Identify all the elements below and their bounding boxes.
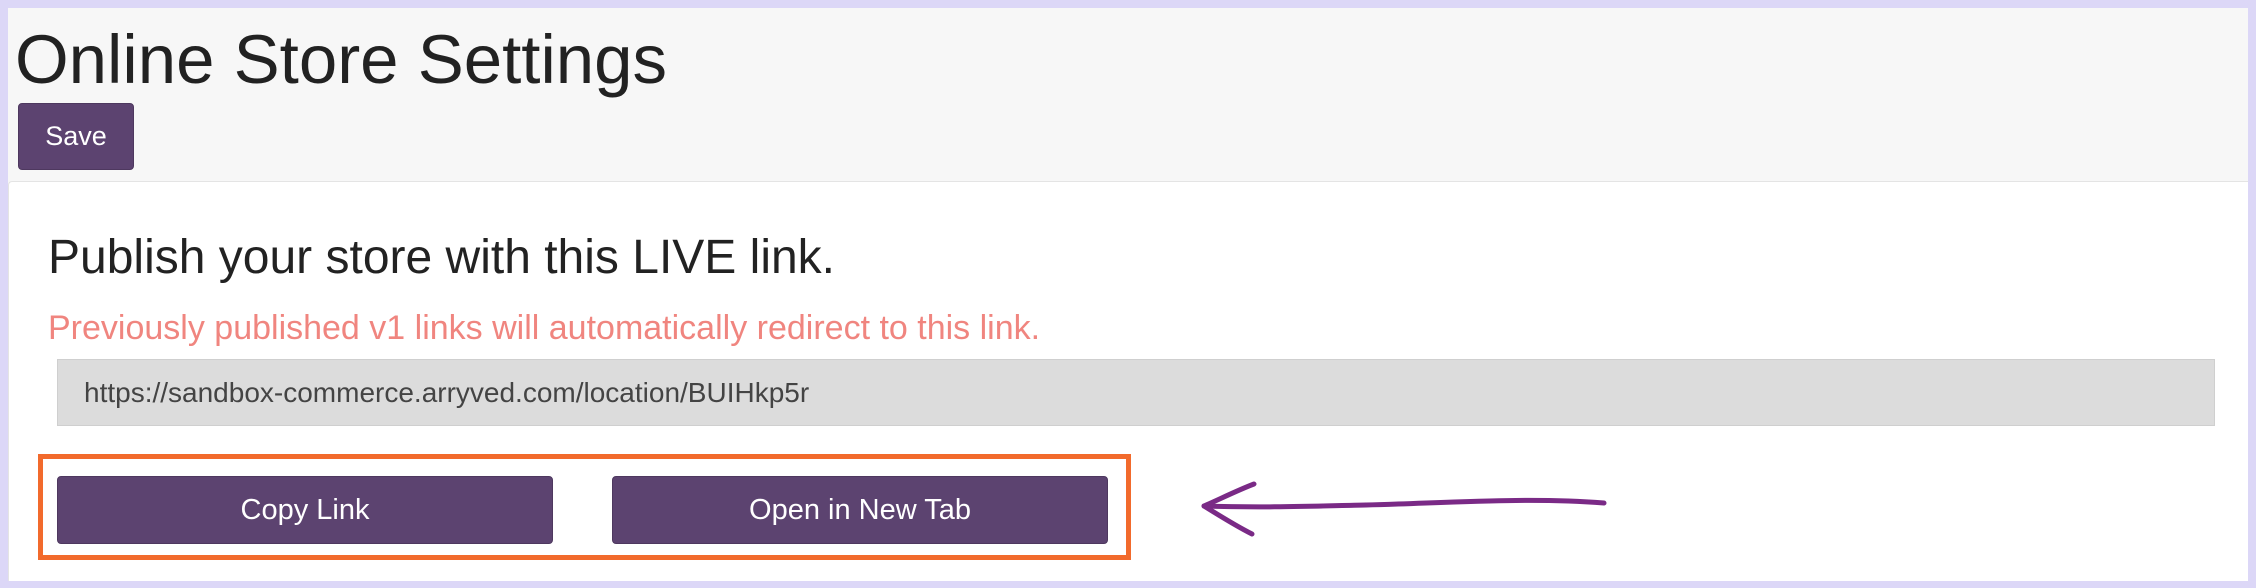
open-new-tab-button[interactable]: Open in New Tab [612,476,1108,544]
live-link-field[interactable] [57,359,2215,426]
page-title: Online Store Settings [15,21,668,98]
redirect-note: Previously published v1 links will autom… [48,309,1041,347]
annotation-arrow-icon [1201,481,1607,537]
save-button[interactable]: Save [18,103,134,170]
copy-link-button[interactable]: Copy Link [57,476,553,544]
publish-heading: Publish your store with this LIVE link. [48,231,836,284]
